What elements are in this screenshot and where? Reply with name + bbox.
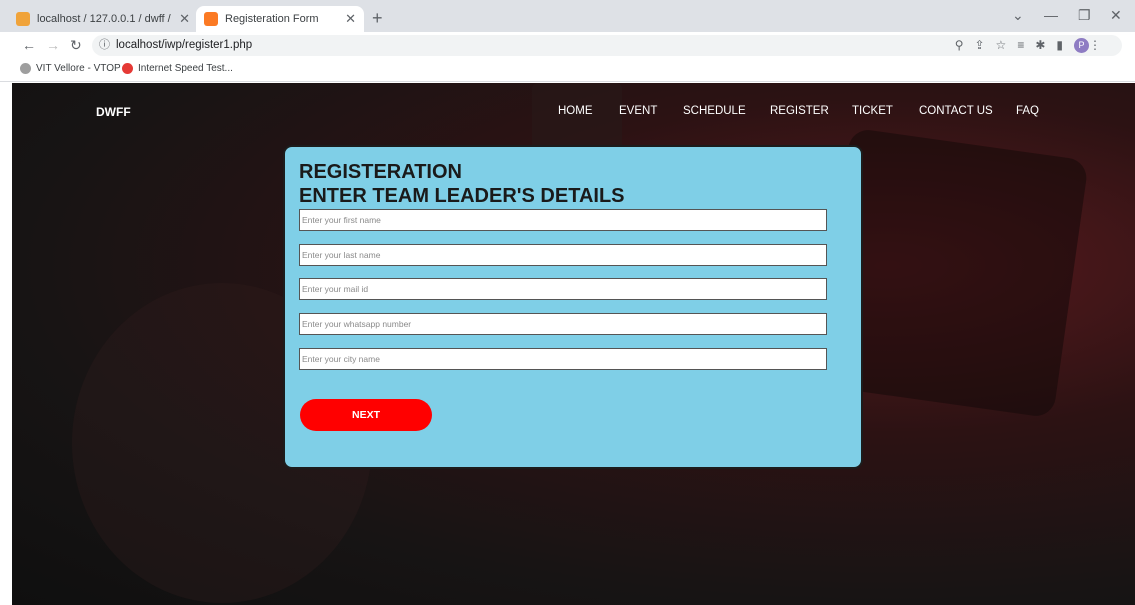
vtop-favicon-icon [20, 63, 31, 74]
whatsapp-number-input[interactable] [299, 313, 827, 335]
reload-icon[interactable]: ↻ [70, 37, 82, 54]
bookmark-speed-test[interactable]: Internet Speed Test... [122, 63, 233, 74]
nav-schedule[interactable]: SCHEDULE [683, 105, 746, 117]
menu-icon[interactable]: ⋮ [1089, 38, 1112, 52]
bookmark-vtop[interactable]: VIT Vellore - VTOP [20, 63, 121, 74]
bookmark-label: VIT Vellore - VTOP [36, 63, 121, 74]
registration-card: REGISTERATION ENTER TEAM LEADER'S DETAIL… [283, 145, 863, 469]
site-info-icon[interactable]: ⓘ [99, 35, 110, 56]
last-name-input[interactable] [299, 244, 827, 266]
first-name-input[interactable] [299, 209, 827, 231]
nav-ticket[interactable]: TICKET [852, 105, 893, 117]
page-viewport: DWFF HOME EVENT SCHEDULE REGISTER TICKET… [12, 83, 1135, 605]
close-tab-icon[interactable]: ✕ [179, 11, 190, 27]
back-arrow-icon[interactable]: ← [22, 37, 36, 53]
site-logo[interactable]: DWFF [96, 105, 131, 119]
url-text: localhost/iwp/register1.php [116, 39, 253, 51]
tab-title: Registeration Form [225, 13, 319, 25]
speedometer-icon [122, 63, 133, 74]
close-tab-icon[interactable]: ✕ [345, 11, 356, 27]
bookmark-label: Internet Speed Test... [138, 63, 233, 74]
form-title: REGISTERATION [299, 161, 462, 183]
sidepanel-icon[interactable]: ▮ [1056, 38, 1074, 52]
new-tab-button[interactable]: + [372, 8, 383, 29]
tab-phpmyadmin[interactable]: localhost / 127.0.0.1 / dwff / ticke ✕ [8, 6, 198, 32]
email-input[interactable] [299, 278, 827, 300]
profile-avatar[interactable]: P [1074, 38, 1089, 54]
forward-arrow-icon[interactable]: → [46, 37, 60, 53]
share-icon[interactable]: ⇪ [974, 38, 995, 52]
xampp-favicon-icon [204, 12, 218, 26]
toolbar-icons: ⚲⇪☆≡✱▮ P ⋮ [955, 35, 1112, 56]
extension-icon[interactable]: ≡ [1017, 38, 1035, 52]
nav-register[interactable]: REGISTER [770, 105, 829, 117]
browser-tab-strip: localhost / 127.0.0.1 / dwff / ticke ✕ R… [0, 0, 1135, 32]
form-subtitle: ENTER TEAM LEADER'S DETAILS [299, 185, 625, 207]
tab-search-icon[interactable]: ⌄ [1012, 7, 1024, 24]
city-name-input[interactable] [299, 348, 827, 370]
bookmark-star-icon[interactable]: ☆ [996, 38, 1018, 52]
minimize-button[interactable]: — [1044, 7, 1058, 23]
puzzle-icon[interactable]: ✱ [1035, 38, 1056, 52]
zoom-icon[interactable]: ⚲ [955, 38, 975, 52]
restore-button[interactable]: ❐ [1078, 7, 1091, 24]
address-bar-row: ← → ↻ ⓘ localhost/iwp/register1.php ⚲⇪☆≡… [0, 32, 1135, 58]
tab-registration-form[interactable]: Registeration Form ✕ [196, 6, 364, 32]
nav-contact-us[interactable]: CONTACT US [919, 105, 993, 117]
bookmarks-bar: VIT Vellore - VTOP Internet Speed Test..… [0, 58, 1135, 82]
phpmyadmin-favicon-icon [16, 12, 30, 26]
tab-title: localhost / 127.0.0.1 / dwff / ticke [37, 13, 173, 25]
nav-event[interactable]: EVENT [619, 105, 657, 117]
background-equipment-shape [532, 83, 622, 153]
nav-home[interactable]: HOME [558, 105, 593, 117]
url-field[interactable]: ⓘ localhost/iwp/register1.php ⚲⇪☆≡✱▮ P ⋮ [92, 35, 1122, 56]
next-button[interactable]: NEXT [300, 399, 432, 431]
close-window-button[interactable]: ✕ [1110, 7, 1122, 24]
nav-faq[interactable]: FAQ [1016, 105, 1039, 117]
